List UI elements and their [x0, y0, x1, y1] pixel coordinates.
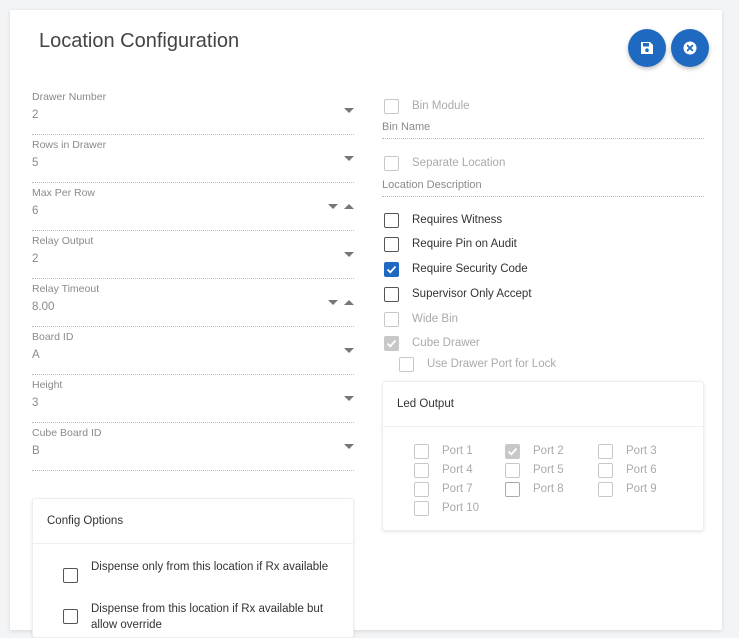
- location-description-placeholder: Location Description: [382, 179, 482, 191]
- field-label: Max Per Row: [32, 187, 96, 199]
- close-circle-icon: [683, 41, 697, 55]
- bin-module-checkbox[interactable]: [384, 99, 399, 114]
- require-pin-label: Require Pin on Audit: [412, 238, 517, 250]
- page-title: Location Configuration: [39, 30, 240, 52]
- led-output-card: Led Output Port 1 Port 2 Port 3 Port 4 P…: [382, 381, 704, 531]
- separate-location-checkbox[interactable]: [384, 156, 399, 171]
- port-2-checkbox[interactable]: [505, 444, 520, 459]
- checkmark-icon: [386, 265, 397, 274]
- field-value: A: [32, 349, 40, 361]
- led-output-title: Led Output: [397, 398, 454, 410]
- drawer-number-select[interactable]: Drawer Number 2: [32, 91, 354, 135]
- increment-arrow-icon[interactable]: [344, 300, 354, 305]
- close-button[interactable]: [671, 29, 709, 67]
- field-value: 8.00: [32, 301, 55, 313]
- port-8-checkbox[interactable]: [505, 482, 520, 497]
- field-value: 3: [32, 397, 39, 409]
- port-3-label: Port 3: [626, 445, 657, 457]
- config-options-title: Config Options: [47, 515, 124, 527]
- max-per-row-stepper[interactable]: Max Per Row 6: [32, 187, 354, 231]
- field-value: 2: [32, 253, 39, 265]
- require-security-code-label: Require Security Code: [412, 263, 528, 275]
- field-value: 6: [32, 205, 39, 217]
- port-8-label: Port 8: [533, 483, 564, 495]
- port-1-checkbox[interactable]: [414, 444, 429, 459]
- use-drawer-port-checkbox[interactable]: [399, 357, 414, 372]
- board-id-select[interactable]: Board ID A: [32, 331, 354, 375]
- port-4-checkbox[interactable]: [414, 463, 429, 478]
- port-10-label: Port 10: [442, 502, 480, 514]
- field-value: 2: [32, 109, 39, 121]
- relay-timeout-stepper[interactable]: Relay Timeout 8.00: [32, 283, 354, 327]
- field-label: Rows in Drawer: [32, 139, 107, 151]
- cube-board-id-select[interactable]: Cube Board ID B: [32, 427, 354, 471]
- port-7-label: Port 7: [442, 483, 473, 495]
- decrement-arrow-icon[interactable]: [328, 300, 338, 305]
- location-configuration-dialog: Location Configuration Drawer Number 2 R…: [10, 10, 722, 638]
- require-security-code-checkbox[interactable]: [384, 262, 399, 277]
- port-6-label: Port 6: [626, 464, 657, 476]
- floppy-disk-icon: [641, 42, 653, 54]
- dispense-allow-override-label: Dispense from this location if Rx availa…: [91, 603, 324, 631]
- port-3-checkbox[interactable]: [598, 444, 613, 459]
- save-button[interactable]: [628, 29, 666, 67]
- supervisor-only-accept-checkbox[interactable]: [384, 287, 399, 302]
- increment-arrow-icon[interactable]: [344, 204, 354, 209]
- field-value: B: [32, 445, 40, 457]
- dropdown-arrow-icon[interactable]: [344, 444, 354, 449]
- port-6-checkbox[interactable]: [598, 463, 613, 478]
- checkmark-icon: [386, 339, 397, 348]
- field-label: Relay Timeout: [32, 283, 100, 295]
- dropdown-arrow-icon[interactable]: [344, 252, 354, 257]
- dispense-only-rx-label: Dispense only from this location if Rx a…: [91, 561, 329, 573]
- height-select[interactable]: Height 3: [32, 379, 354, 423]
- location-description-input[interactable]: Location Description: [382, 175, 704, 197]
- rows-in-drawer-select[interactable]: Rows in Drawer 5: [32, 139, 354, 183]
- field-label: Height: [32, 379, 63, 391]
- cube-drawer-label: Cube Drawer: [412, 337, 480, 349]
- cube-drawer-checkbox[interactable]: [384, 336, 399, 351]
- field-label: Cube Board ID: [32, 427, 102, 439]
- require-pin-checkbox[interactable]: [384, 237, 399, 252]
- requires-witness-label: Requires Witness: [412, 214, 503, 226]
- dropdown-arrow-icon[interactable]: [344, 156, 354, 161]
- separate-location-label: Separate Location: [412, 157, 506, 169]
- checkmark-icon: [507, 447, 518, 456]
- supervisor-only-accept-label: Supervisor Only Accept: [412, 288, 532, 300]
- card-divider: [33, 543, 353, 544]
- bin-name-placeholder: Bin Name: [382, 121, 431, 133]
- dropdown-arrow-icon[interactable]: [344, 108, 354, 113]
- relay-output-select[interactable]: Relay Output 2: [32, 235, 354, 279]
- field-value: 5: [32, 157, 39, 169]
- port-7-checkbox[interactable]: [414, 482, 429, 497]
- port-9-label: Port 9: [626, 483, 657, 495]
- bin-name-input[interactable]: Bin Name: [382, 117, 704, 139]
- port-2-label: Port 2: [533, 445, 564, 457]
- port-5-checkbox[interactable]: [505, 463, 520, 478]
- wide-bin-label: Wide Bin: [412, 313, 459, 325]
- port-9-checkbox[interactable]: [598, 482, 613, 497]
- dropdown-arrow-icon[interactable]: [344, 396, 354, 401]
- port-5-label: Port 5: [533, 464, 564, 476]
- port-10-checkbox[interactable]: [414, 501, 429, 516]
- port-4-label: Port 4: [442, 464, 473, 476]
- requires-witness-checkbox[interactable]: [384, 213, 399, 228]
- port-1-label: Port 1: [442, 445, 473, 457]
- bin-module-label: Bin Module: [412, 100, 470, 112]
- decrement-arrow-icon[interactable]: [328, 204, 338, 209]
- card-divider: [383, 426, 703, 427]
- wide-bin-checkbox[interactable]: [384, 312, 399, 327]
- config-options-card: Config Options Dispense only from this l…: [32, 498, 354, 638]
- field-label: Drawer Number: [32, 91, 107, 103]
- field-label: Board ID: [32, 331, 74, 343]
- dropdown-arrow-icon[interactable]: [344, 348, 354, 353]
- dispense-only-rx-checkbox[interactable]: [63, 568, 78, 583]
- dispense-allow-override-checkbox[interactable]: [63, 609, 78, 624]
- field-label: Relay Output: [32, 235, 94, 247]
- use-drawer-port-label: Use Drawer Port for Lock: [427, 358, 557, 370]
